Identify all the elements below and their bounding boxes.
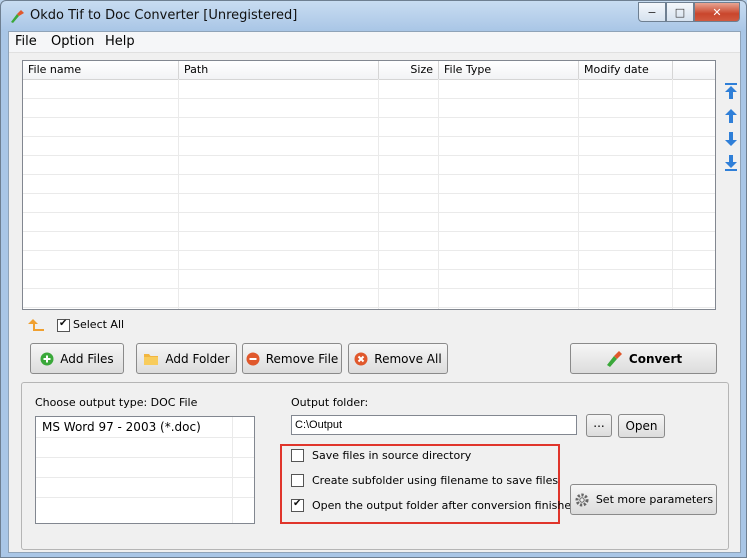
app-logo-icon <box>11 10 24 23</box>
output-type-header: Choose output type: DOC File <box>35 396 197 409</box>
grid-line <box>36 477 254 478</box>
close-button[interactable]: ✕ <box>694 2 740 22</box>
output-type-list[interactable]: MS Word 97 - 2003 (*.doc) <box>35 416 255 524</box>
output-type-label: Choose output type: <box>35 396 148 409</box>
create-subfolder-checkbox[interactable] <box>291 474 304 487</box>
move-bottom-icon[interactable] <box>723 154 739 172</box>
grid-line <box>36 437 254 438</box>
remove-file-button[interactable]: Remove File <box>242 343 342 374</box>
add-folder-label: Add Folder <box>165 351 230 366</box>
convert-button[interactable]: Convert <box>570 343 717 374</box>
remove-icon <box>246 352 260 366</box>
create-subfolder-label: Create subfolder using filename to save … <box>312 474 559 487</box>
add-icon <box>40 352 54 366</box>
option-save-in-source[interactable]: Save files in source directory <box>291 449 471 462</box>
column-size[interactable]: Size <box>379 61 439 79</box>
table-row <box>23 213 715 232</box>
open-after-checkbox[interactable] <box>291 498 304 512</box>
column-file-type[interactable]: File Type <box>439 61 579 79</box>
table-row <box>23 289 715 308</box>
add-files-button[interactable]: Add Files <box>30 343 124 374</box>
menu-bar: File Option Help <box>9 32 740 53</box>
grid-line <box>36 457 254 458</box>
table-row <box>23 175 715 194</box>
open-after-label: Open the output folder after conversion … <box>312 499 579 512</box>
save-in-source-label: Save files in source directory <box>312 449 472 462</box>
file-list[interactable]: File name Path Size File Type Modify dat… <box>22 60 716 310</box>
table-row <box>23 80 715 99</box>
client-area: File Option Help File name Path Size Fil… <box>8 31 741 553</box>
output-type-value: DOC File <box>150 396 198 409</box>
add-files-label: Add Files <box>60 351 114 366</box>
move-top-icon[interactable] <box>723 82 739 100</box>
table-row <box>23 251 715 270</box>
up-level-icon[interactable] <box>27 318 45 332</box>
remove-all-label: Remove All <box>374 351 442 366</box>
gear-icon <box>574 492 590 508</box>
file-list-header: File name Path Size File Type Modify dat… <box>23 61 715 80</box>
select-all-checkbox[interactable] <box>57 318 70 332</box>
grid-line <box>232 417 233 523</box>
menu-help[interactable]: Help <box>105 34 135 49</box>
remove-all-icon <box>354 352 368 366</box>
output-folder-input[interactable] <box>291 415 577 435</box>
table-row <box>23 118 715 137</box>
browse-button[interactable]: ... <box>586 414 612 437</box>
menu-file[interactable]: File <box>15 34 37 49</box>
title-bar[interactable]: Okdo Tif to Doc Converter [Unregistered]… <box>1 1 746 31</box>
select-all-label: Select All <box>73 318 125 331</box>
save-in-source-checkbox[interactable] <box>291 449 304 462</box>
column-modify-date[interactable]: Modify date <box>579 61 673 79</box>
grid-line <box>36 497 254 498</box>
option-create-subfolder[interactable]: Create subfolder using filename to save … <box>291 474 558 487</box>
set-more-parameters-label: Set more parameters <box>595 493 714 506</box>
option-open-after[interactable]: Open the output folder after conversion … <box>291 498 579 512</box>
column-path[interactable]: Path <box>179 61 379 79</box>
output-folder-label: Output folder: <box>291 396 369 409</box>
minimize-button[interactable]: − <box>638 2 666 22</box>
column-file-name[interactable]: File name <box>23 61 179 79</box>
table-row <box>23 156 715 175</box>
table-row <box>23 194 715 213</box>
move-down-icon[interactable] <box>723 130 739 148</box>
add-folder-button[interactable]: Add Folder <box>136 343 237 374</box>
table-row <box>23 232 715 251</box>
remove-all-button[interactable]: Remove All <box>348 343 448 374</box>
table-row <box>23 137 715 156</box>
app-window: Okdo Tif to Doc Converter [Unregistered]… <box>0 0 747 558</box>
move-up-icon[interactable] <box>723 107 739 125</box>
table-row <box>23 270 715 289</box>
convert-label: Convert <box>628 351 683 366</box>
open-button[interactable]: Open <box>618 414 665 438</box>
set-more-parameters-button[interactable]: Set more parameters <box>570 484 717 515</box>
convert-icon <box>605 350 623 368</box>
maximize-button[interactable]: □ <box>666 2 694 22</box>
menu-option[interactable]: Option <box>51 34 94 49</box>
window-title: Okdo Tif to Doc Converter [Unregistered] <box>30 8 298 23</box>
output-type-option[interactable]: MS Word 97 - 2003 (*.doc) <box>42 420 201 434</box>
remove-file-label: Remove File <box>265 351 339 366</box>
folder-icon <box>143 352 159 366</box>
table-row <box>23 99 715 118</box>
window-controls: − □ ✕ <box>638 2 740 22</box>
